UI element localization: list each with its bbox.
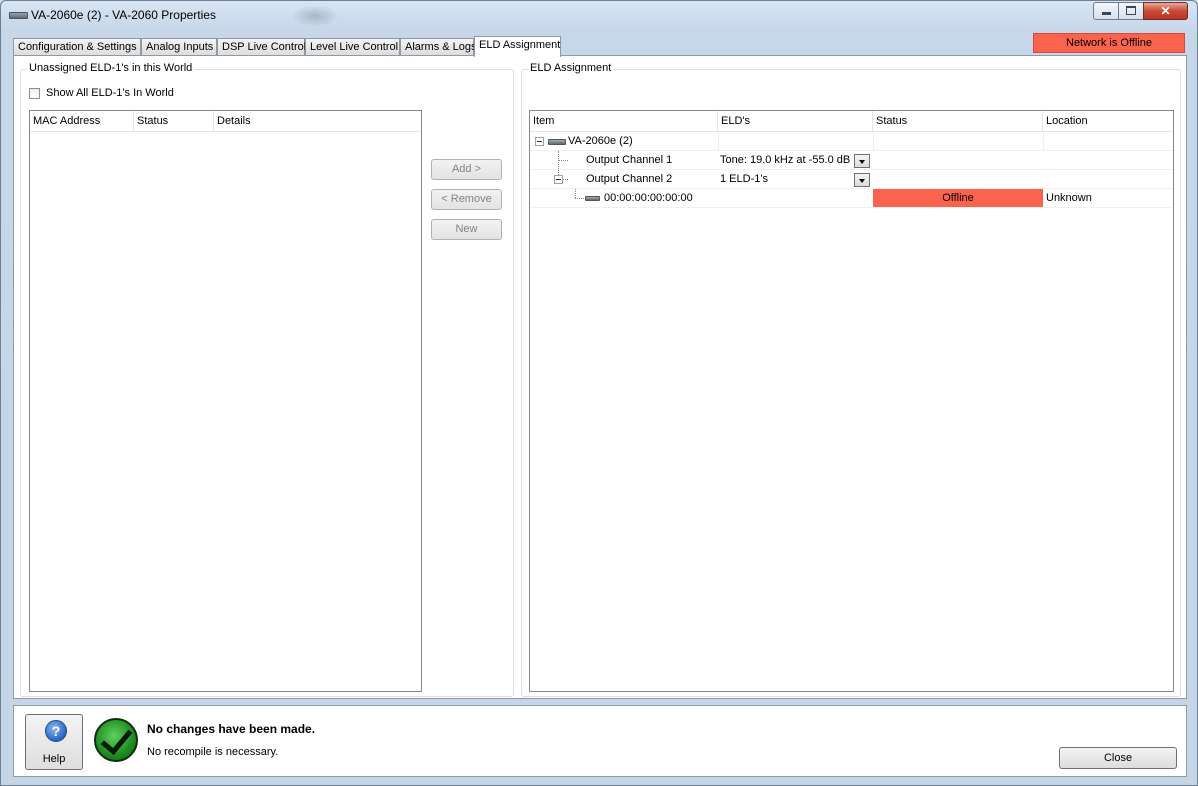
- column-details[interactable]: Details: [214, 111, 421, 131]
- eld-assignment-panel: Unassigned ELD-1's in this World Show Al…: [13, 55, 1187, 699]
- assignment-tree-header: Item ELD's Status Location: [530, 111, 1173, 132]
- eld-mac-address: 00:00:00:00:00:00: [604, 192, 693, 204]
- channel-1-label: Output Channel 1: [586, 154, 673, 166]
- eld-status-offline: Offline: [873, 189, 1043, 207]
- minimize-button[interactable]: [1093, 2, 1119, 20]
- column-item[interactable]: Item: [530, 111, 718, 131]
- device-icon: [548, 139, 566, 145]
- device-status-cell: [873, 132, 1043, 150]
- close-icon: ✕: [1160, 4, 1171, 18]
- success-check-icon: [94, 718, 138, 762]
- window-title: VA-2060e (2) - VA-2060 Properties: [31, 8, 216, 22]
- unassigned-group-title: Unassigned ELD-1's in this World: [27, 62, 195, 74]
- eld-device-icon: [585, 196, 600, 201]
- tab-configuration-settings[interactable]: Configuration & Settings: [13, 38, 141, 56]
- device-elds-cell: [718, 132, 873, 150]
- device-location-cell: [1043, 132, 1173, 150]
- unassigned-list[interactable]: MAC Address Status Details: [29, 110, 422, 692]
- close-button[interactable]: Close: [1059, 747, 1177, 769]
- column-status[interactable]: Status: [873, 111, 1043, 131]
- close-window-button[interactable]: ✕: [1143, 2, 1188, 20]
- tree-line: [563, 179, 568, 180]
- eld-assignment-group-title: ELD Assignment: [528, 62, 614, 74]
- blurred-title-region: [291, 5, 339, 27]
- network-status-badge: Network is Offline: [1033, 33, 1185, 53]
- tree-row-output-channel-1[interactable]: Output Channel 1 Tone: 19.0 kHz at -55.0…: [530, 151, 1173, 170]
- minimize-icon: [1101, 12, 1111, 15]
- channel-2-dropdown-arrow-icon[interactable]: [854, 173, 870, 187]
- tree-row-eld[interactable]: 00:00:00:00:00:00 Offline Unknown: [530, 189, 1173, 208]
- maximize-icon: [1126, 6, 1136, 15]
- title-bar[interactable]: VA-2060e (2) - VA-2060 Properties ✕: [1, 1, 1197, 29]
- column-status[interactable]: Status: [134, 111, 214, 131]
- help-label: Help: [42, 753, 66, 765]
- tree-line: [558, 160, 568, 161]
- tab-alarms-logs[interactable]: Alarms & Logs: [400, 38, 477, 56]
- check-mark: [100, 721, 133, 756]
- tab-eld-assignment[interactable]: ELD Assignment: [474, 36, 561, 57]
- tree-line: [575, 189, 576, 198]
- maximize-button[interactable]: [1118, 2, 1144, 20]
- help-button[interactable]: ? Help: [25, 714, 83, 770]
- status-message-subtitle: No recompile is necessary.: [147, 746, 279, 758]
- tab-dsp-live-control[interactable]: DSP Live Control: [217, 38, 306, 56]
- eld-location: Unknown: [1046, 192, 1092, 204]
- add-button[interactable]: Add >: [431, 159, 502, 180]
- tree-row-output-channel-2[interactable]: Output Channel 2 1 ELD-1's: [530, 170, 1173, 189]
- help-icon: ?: [45, 720, 67, 742]
- new-button[interactable]: New: [431, 219, 502, 240]
- device-icon: [9, 12, 28, 19]
- tab-analog-inputs[interactable]: Analog Inputs: [141, 38, 217, 56]
- channel-1-eld-combo-value[interactable]: Tone: 19.0 kHz at -55.0 dB: [720, 151, 855, 169]
- status-message-title: No changes have been made.: [147, 722, 316, 736]
- properties-window: VA-2060e (2) - VA-2060 Properties ✕ Conf…: [0, 0, 1198, 786]
- footer-panel: ? Help No changes have been made. No rec…: [13, 705, 1187, 777]
- show-all-checkbox[interactable]: [29, 88, 40, 99]
- eld-assignment-group: ELD Assignment Item ELD's Status Locatio…: [521, 62, 1181, 697]
- channel-1-dropdown-arrow-icon[interactable]: [854, 154, 870, 168]
- unassigned-list-header: MAC Address Status Details: [30, 111, 421, 132]
- remove-button[interactable]: < Remove: [431, 189, 502, 210]
- column-mac-address[interactable]: MAC Address: [30, 111, 134, 131]
- channel-2-eld-combo-value[interactable]: 1 ELD-1's: [720, 170, 855, 188]
- tab-level-live-control[interactable]: Level Live Control: [305, 38, 400, 56]
- collapse-icon[interactable]: [554, 175, 563, 184]
- tree-line: [575, 198, 584, 199]
- assignment-tree[interactable]: Item ELD's Status Location VA-2060e (2): [529, 110, 1174, 692]
- device-name: VA-2060e (2): [568, 135, 633, 147]
- show-all-label[interactable]: Show All ELD-1's In World: [46, 87, 174, 99]
- channel-2-label: Output Channel 2: [586, 173, 673, 185]
- column-elds[interactable]: ELD's: [718, 111, 873, 131]
- collapse-icon[interactable]: [535, 137, 544, 146]
- tree-row-device[interactable]: VA-2060e (2): [530, 132, 1173, 151]
- column-location[interactable]: Location: [1043, 111, 1173, 131]
